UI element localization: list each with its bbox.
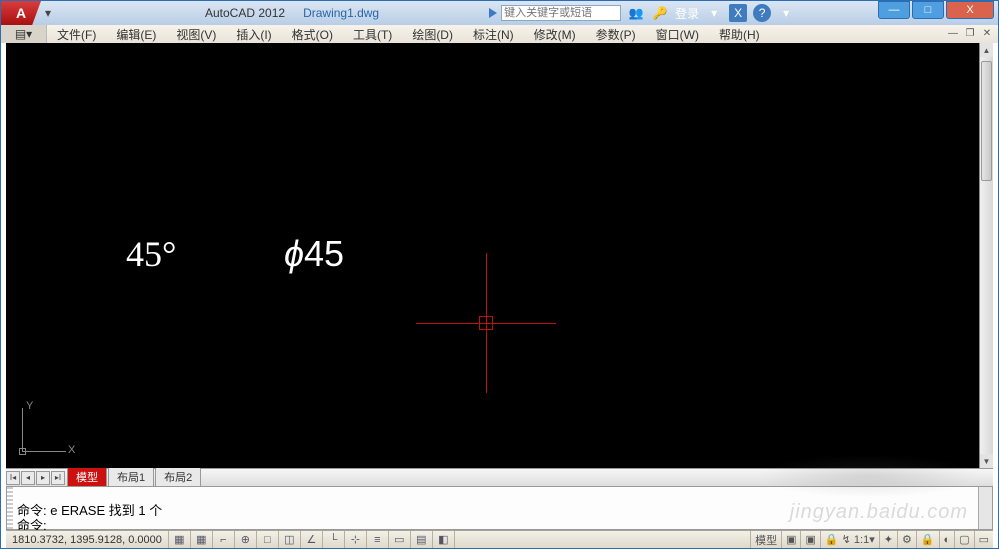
phi-symbol: ϕ <box>284 233 304 274</box>
menu-help[interactable]: 帮助(H) <box>709 25 770 43</box>
app-menu-dropdown[interactable]: ▾ <box>41 6 55 20</box>
hardware-accel[interactable]: ◐ <box>939 531 955 548</box>
doc-close-button[interactable]: ✕ <box>980 26 994 40</box>
doc-minimize-button[interactable]: — <box>946 26 960 40</box>
title-text: AutoCAD 2012 Drawing1.dwg <box>205 6 379 20</box>
tab-nav-first[interactable]: I◂ <box>6 471 20 485</box>
ducs-toggle[interactable]: └ <box>323 531 345 548</box>
tab-model[interactable]: 模型 <box>67 468 107 487</box>
snap-toggle[interactable]: ▦ <box>169 531 191 548</box>
login-dropdown[interactable]: ▾ <box>705 4 723 22</box>
tab-layout2[interactable]: 布局2 <box>155 468 201 487</box>
status-bar: 1810.3732, 1395.9128, 0.0000 ▦ ▦ ⌐ ⊕ □ ◫… <box>6 530 993 548</box>
coordinates-display[interactable]: 1810.3732, 1395.9128, 0.0000 <box>6 531 169 548</box>
command-history-line: 命令: e ERASE 找到 1 个 <box>17 503 974 518</box>
doc-restore-button[interactable]: ❐ <box>963 26 977 40</box>
ortho-toggle[interactable]: ⌐ <box>213 531 235 548</box>
menu-window[interactable]: 窗口(W) <box>646 25 709 43</box>
close-button[interactable]: X <box>946 1 994 19</box>
menu-tools[interactable]: 工具(T) <box>343 25 402 43</box>
tab-nav-last[interactable]: ▸I <box>51 471 65 485</box>
title-bar: A ▾ AutoCAD 2012 Drawing1.dwg 👥 🔑 登录 ▾ X… <box>1 1 998 25</box>
menu-format[interactable]: 格式(O) <box>282 25 343 43</box>
otrack-toggle[interactable]: ∠ <box>301 531 323 548</box>
drawing-text-angle: 45° <box>126 233 176 275</box>
toolbar-lock[interactable]: 🔒 <box>916 531 939 548</box>
infocenter-search <box>489 5 621 21</box>
app-icon[interactable]: A <box>1 1 41 25</box>
ucs-y-label: Y <box>26 400 33 412</box>
qp-toggle[interactable]: ▤ <box>411 531 433 548</box>
login-link[interactable]: 登录 <box>675 5 699 22</box>
quickview-layouts[interactable]: ▣ <box>781 531 800 548</box>
ucs-x-label: X <box>68 444 75 456</box>
scroll-down-arrow[interactable]: ▼ <box>980 454 993 468</box>
quickview-drawings[interactable]: ▣ <box>800 531 819 548</box>
search-play-icon[interactable] <box>489 8 497 18</box>
help-icon[interactable]: ? <box>753 4 771 22</box>
dyn-toggle[interactable]: ⊹ <box>345 531 367 548</box>
drawing-area[interactable]: 45° ϕ45 Y X ▲ ▼ <box>6 43 993 468</box>
vertical-scrollbar[interactable]: ▲ ▼ <box>979 43 993 468</box>
annotation-visibility[interactable]: ✦ <box>879 531 897 548</box>
lwt-toggle[interactable]: ≡ <box>367 531 389 548</box>
3dosnap-toggle[interactable]: ◫ <box>279 531 301 548</box>
command-line-area[interactable]: 命令: e ERASE 找到 1 个 命令: <box>6 486 993 530</box>
menu-parametric[interactable]: 参数(P) <box>586 25 646 43</box>
isolate-objects[interactable]: ▢ <box>954 531 973 548</box>
menu-file[interactable]: 文件(F) <box>47 25 106 43</box>
workspace-switch[interactable]: ▤▾ <box>1 25 47 43</box>
clean-screen[interactable]: ▭ <box>974 531 993 548</box>
workspace-switching[interactable]: ⚙ <box>897 531 916 548</box>
diameter-value: 45 <box>304 233 344 274</box>
tab-layout1[interactable]: 布局1 <box>108 468 154 487</box>
annotation-scale[interactable]: 🔒 ↯ 1:1▾ <box>820 531 879 548</box>
command-history-line <box>17 488 974 503</box>
maximize-button[interactable]: □ <box>912 1 944 19</box>
search-input[interactable] <box>501 5 621 21</box>
exchange-icon[interactable]: X <box>729 4 747 22</box>
scroll-thumb[interactable] <box>981 61 992 181</box>
tab-nav-next[interactable]: ▸ <box>36 471 50 485</box>
menu-modify[interactable]: 修改(M) <box>524 25 586 43</box>
app-name: AutoCAD 2012 <box>205 6 285 20</box>
signin-icon[interactable]: 👥 <box>627 4 645 22</box>
sc-toggle[interactable]: ◧ <box>433 531 455 548</box>
command-scroll-v[interactable] <box>978 487 992 529</box>
help-dropdown[interactable]: ▾ <box>777 4 795 22</box>
scroll-up-arrow[interactable]: ▲ <box>980 43 993 57</box>
model-space-button[interactable]: 模型 <box>750 531 781 548</box>
osnap-toggle[interactable]: □ <box>257 531 279 548</box>
layout-tabs: I◂ ◂ ▸ ▸I 模型 布局1 布局2 <box>6 468 993 486</box>
drawing-text-diameter: ϕ45 <box>284 233 344 275</box>
key-icon[interactable]: 🔑 <box>651 4 669 22</box>
menu-insert[interactable]: 插入(I) <box>226 25 281 43</box>
menu-draw[interactable]: 绘图(D) <box>402 25 463 43</box>
polar-toggle[interactable]: ⊕ <box>235 531 257 548</box>
menu-dimension[interactable]: 标注(N) <box>463 25 524 43</box>
doc-name: Drawing1.dwg <box>303 6 379 20</box>
tpy-toggle[interactable]: ▭ <box>389 531 411 548</box>
menu-bar: ▤▾ 文件(F) 编辑(E) 视图(V) 插入(I) 格式(O) 工具(T) 绘… <box>1 25 998 43</box>
tab-nav-prev[interactable]: ◂ <box>21 471 35 485</box>
grid-toggle[interactable]: ▦ <box>191 531 213 548</box>
menu-view[interactable]: 视图(V) <box>166 25 226 43</box>
menu-edit[interactable]: 编辑(E) <box>106 25 166 43</box>
minimize-button[interactable]: — <box>878 1 910 19</box>
